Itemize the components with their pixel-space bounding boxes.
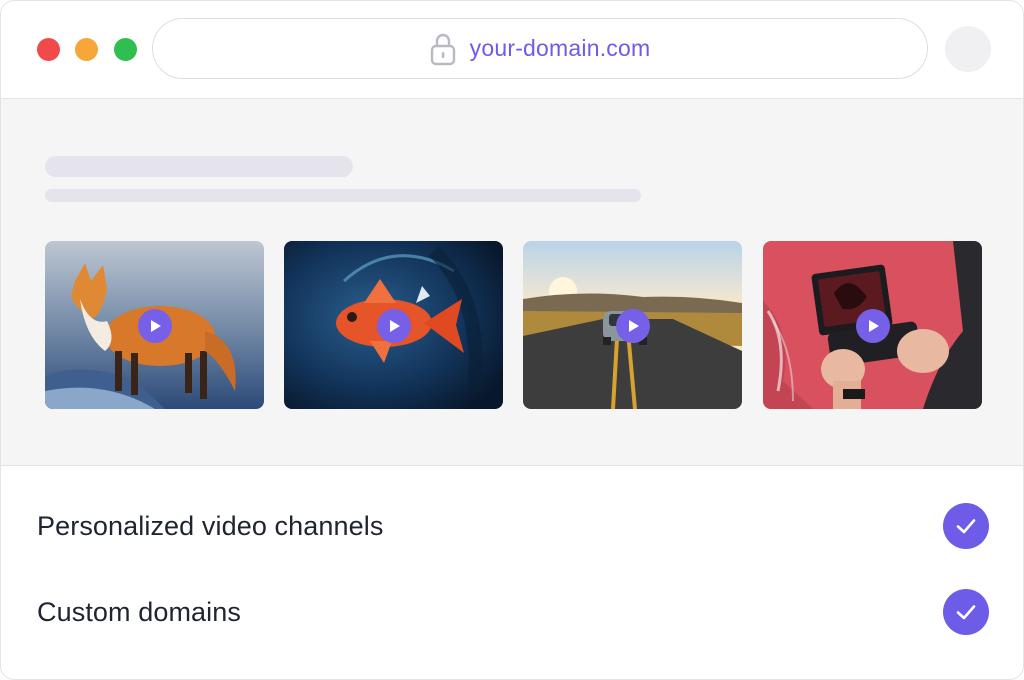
play-icon — [151, 320, 161, 332]
play-icon — [869, 320, 879, 332]
skeleton-text-line — [45, 189, 641, 202]
play-button[interactable] — [856, 309, 890, 343]
maximize-window-button[interactable] — [114, 38, 137, 61]
page-content — [1, 99, 1023, 466]
play-button[interactable] — [616, 309, 650, 343]
feature-row: Custom domains — [37, 588, 989, 636]
browser-window: your-domain.com Personalized video chann… — [0, 0, 1024, 680]
feature-row: Personalized video channels — [37, 502, 989, 550]
address-url: your-domain.com — [469, 35, 651, 61]
address-bar[interactable]: your-domain.com — [152, 18, 928, 79]
feature-label: Custom domains — [37, 596, 241, 627]
play-button[interactable] — [377, 309, 411, 343]
lock-icon — [430, 33, 455, 65]
check-icon — [943, 503, 989, 549]
video-thumbnail-car[interactable] — [523, 241, 742, 409]
check-icon — [943, 589, 989, 635]
play-icon — [629, 320, 639, 332]
video-thumbnail-fish[interactable] — [284, 241, 503, 409]
minimize-window-button[interactable] — [75, 38, 98, 61]
play-button[interactable] — [138, 309, 172, 343]
browser-toolbar: your-domain.com — [1, 1, 1023, 99]
feature-label: Personalized video channels — [37, 510, 384, 541]
video-thumbnail-gaming-device[interactable] — [763, 241, 982, 409]
profile-avatar[interactable] — [945, 26, 991, 72]
video-thumbnail-fox[interactable] — [45, 241, 264, 409]
play-icon — [390, 320, 400, 332]
skeleton-title — [45, 156, 353, 177]
close-window-button[interactable] — [37, 38, 60, 61]
